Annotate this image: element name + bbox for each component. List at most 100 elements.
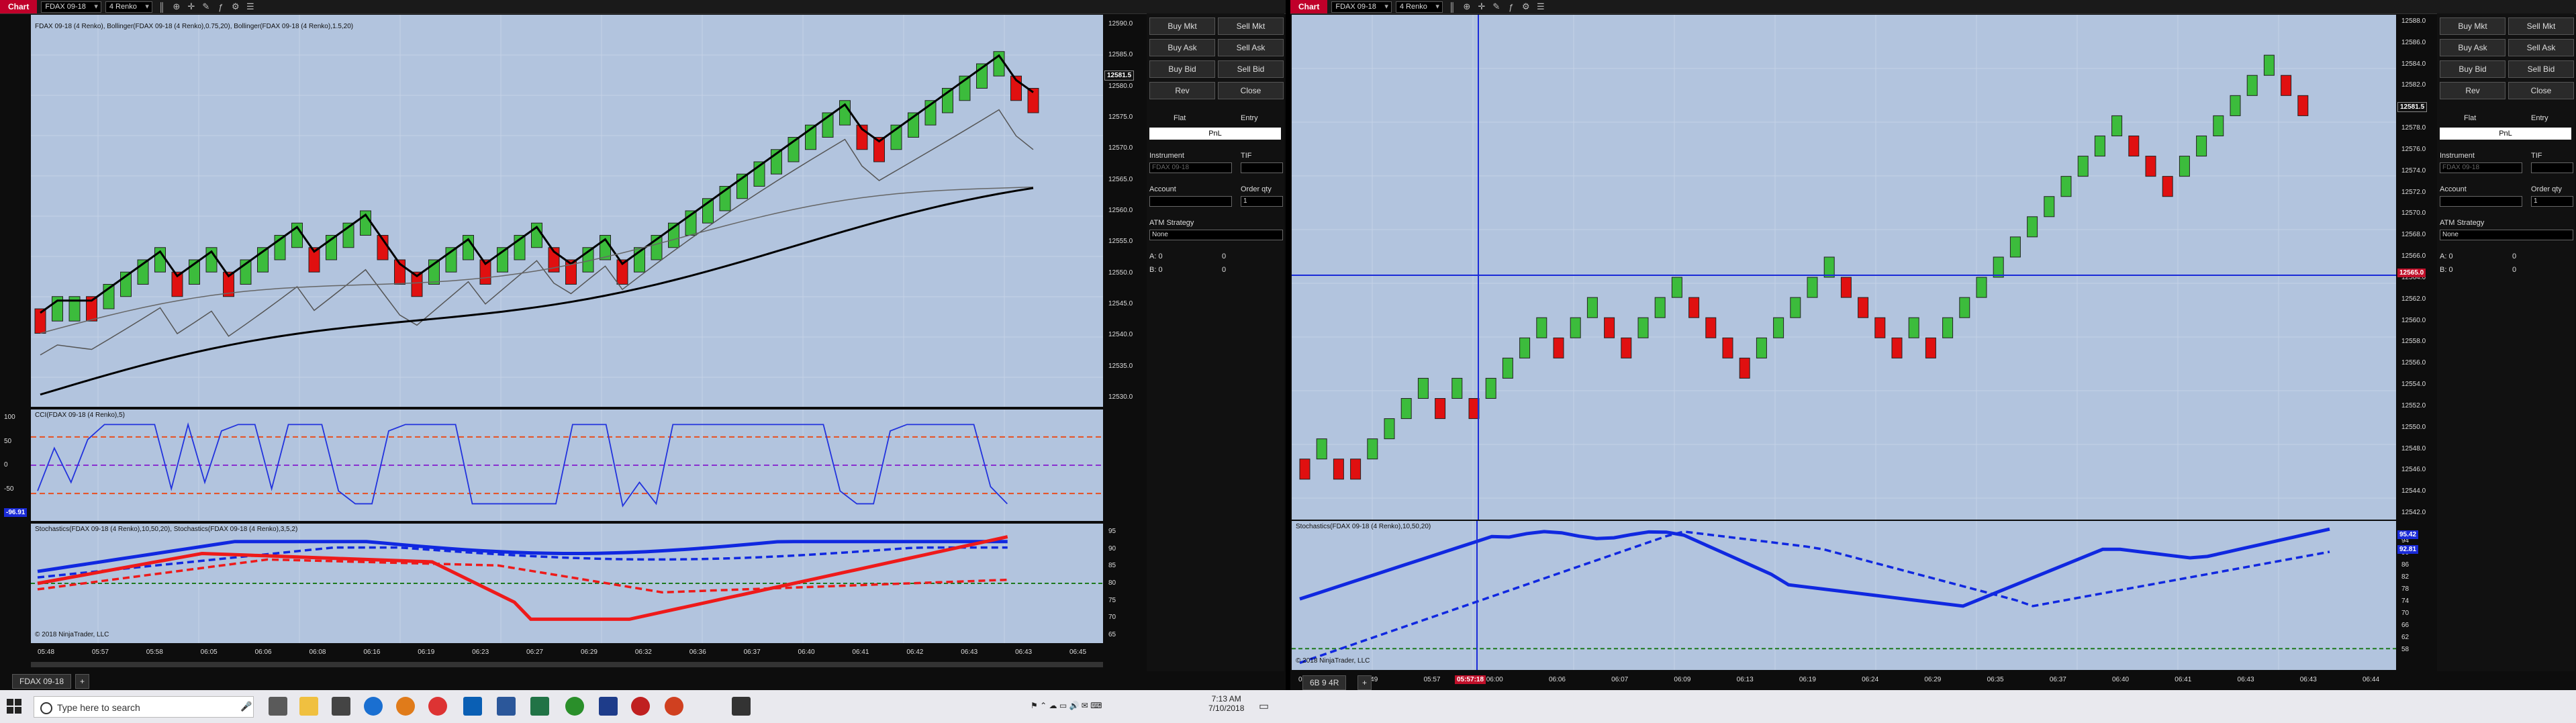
time-tick-label: 05:57: [91, 648, 109, 656]
taskbar-clock[interactable]: 7:13 AM 7/10/2018: [1208, 694, 1244, 713]
rev-button[interactable]: Rev: [2440, 82, 2506, 99]
up-brick: [2094, 135, 2105, 157]
time-tick-label: 06:13: [1736, 676, 1754, 683]
stochastics-chart-right: [1292, 521, 2396, 670]
ie-icon[interactable]: [396, 697, 415, 716]
explorer-icon[interactable]: [299, 697, 318, 716]
recorder-icon[interactable]: [631, 697, 650, 716]
instrument-selector-right[interactable]: FDAX 09-18: [1331, 1, 1392, 13]
order-qty-input[interactable]: 1: [1241, 196, 1283, 207]
draw-icon[interactable]: ✎: [201, 1, 211, 12]
notifications-icon[interactable]: ▭: [1259, 700, 1269, 713]
up-brick: [2246, 75, 2258, 96]
instrument-field[interactable]: FDAX 09-18: [2440, 162, 2522, 173]
instrument-selector[interactable]: FDAX 09-18: [41, 1, 101, 13]
add-tab-button-right[interactable]: +: [1357, 675, 1372, 690]
draw-icon[interactable]: ✎: [1491, 1, 1502, 12]
up-brick: [1823, 256, 1835, 278]
down-brick: [2281, 75, 2292, 96]
strategy-icon[interactable]: ⚙: [1521, 1, 1531, 12]
buy-bid-button[interactable]: Buy Bid: [2440, 60, 2506, 78]
strategy-icon[interactable]: ⚙: [230, 1, 241, 12]
price-tick-label: 12560.0: [1108, 207, 1133, 214]
indicator-icon[interactable]: ƒ: [216, 2, 226, 12]
buy-ask-button[interactable]: Buy Ask: [1149, 39, 1215, 56]
time-tick-label: 06:00: [1486, 676, 1503, 683]
atm-strategy-select[interactable]: None: [2440, 230, 2573, 240]
sell-bid-button[interactable]: Sell Bid: [2508, 60, 2574, 78]
camtasia-icon[interactable]: [565, 697, 584, 716]
zoom-icon[interactable]: ⊕: [1462, 1, 1472, 12]
buy-bid-button[interactable]: Buy Bid: [1149, 60, 1215, 78]
instrument-field[interactable]: FDAX 09-18: [1149, 162, 1232, 173]
app-icon[interactable]: [599, 697, 618, 716]
entry-label: Entry: [2531, 114, 2548, 122]
properties-icon[interactable]: ☰: [245, 1, 256, 12]
rev-button[interactable]: Rev: [1149, 82, 1215, 99]
buy-mkt-button[interactable]: Buy Mkt: [2440, 17, 2506, 35]
tab-fdax[interactable]: FDAX 09-18: [12, 674, 72, 689]
right-price-axis[interactable]: 12588.012586.012584.012582.012580.012578…: [2397, 15, 2435, 520]
right-price-panel[interactable]: [1292, 15, 2396, 520]
buy-ask-button[interactable]: Buy Ask: [2440, 39, 2506, 56]
account-select[interactable]: [2440, 196, 2522, 207]
sell-ask-button[interactable]: Sell Ask: [2508, 39, 2574, 56]
sell-bid-button[interactable]: Sell Bid: [1218, 60, 1284, 78]
left-tab-bar: FDAX 09-18 +: [0, 671, 1286, 689]
stoch-tick-label: 95: [1108, 528, 1116, 535]
app2-icon[interactable]: [665, 697, 683, 716]
time-tick-label: 06:37: [743, 648, 761, 656]
excel-icon[interactable]: [530, 697, 549, 716]
tif-select[interactable]: [1241, 162, 1283, 173]
crosshair-icon[interactable]: ✛: [186, 1, 197, 12]
price-tick-label: 12546.0: [2401, 466, 2426, 474]
left-price-panel[interactable]: FDAX 09-18 (4 Renko), Bollinger(FDAX 09-…: [31, 15, 1103, 407]
close-button[interactable]: Close: [2508, 82, 2574, 99]
right-stoch-panel[interactable]: Stochastics(FDAX 09-18 (4 Renko),10,50,2…: [1292, 521, 2396, 670]
stoch-value-tag-2: 92.81: [2397, 545, 2419, 554]
windows-start-icon[interactable]: [7, 699, 21, 714]
up-brick: [2230, 95, 2241, 116]
bar-type-selector-right[interactable]: 4 Renko: [1395, 1, 1443, 13]
edge-icon[interactable]: [364, 697, 383, 716]
outlook-icon[interactable]: [463, 697, 482, 716]
sell-mkt-button[interactable]: Sell Mkt: [1218, 17, 1284, 35]
word-icon[interactable]: [497, 697, 516, 716]
microphone-icon[interactable]: 🎤: [240, 701, 252, 712]
add-tab-button[interactable]: +: [75, 674, 90, 689]
down-brick: [1840, 277, 1852, 298]
atm-strategy-select[interactable]: None: [1149, 230, 1283, 240]
close-button[interactable]: Close: [1218, 82, 1284, 99]
chrome-icon[interactable]: [428, 697, 447, 716]
left-stoch-panel[interactable]: Stochastics(FDAX 09-18 (4 Renko),10,50,2…: [31, 524, 1103, 643]
bar-type-selector[interactable]: 4 Renko: [105, 1, 152, 13]
left-cci-panel[interactable]: CCI(FDAX 09-18 (4 Renko),5): [31, 409, 1103, 521]
time-tick-label: 06:40: [798, 648, 815, 656]
properties-icon[interactable]: ☰: [1535, 1, 1546, 12]
price-tick-label: 12544.0: [2401, 487, 2426, 495]
down-brick: [1858, 297, 1869, 318]
chart-menu-label-right[interactable]: Chart: [1290, 0, 1328, 13]
tray-icons[interactable]: ⚑ ⌃ ☁ ▭ 🔊 ✉ ⌨: [1031, 701, 1102, 710]
left-order-panel: Buy Mkt Sell Mkt Buy Ask Sell Ask Buy Bid Sel…: [1147, 13, 1284, 671]
task-view-icon[interactable]: [269, 697, 287, 716]
tif-select[interactable]: [2531, 162, 2573, 173]
crosshair-icon[interactable]: ✛: [1476, 1, 1487, 12]
account-select[interactable]: [1149, 196, 1232, 207]
entry-label: Entry: [1241, 114, 1258, 122]
tab-6b[interactable]: 6B 9 4R: [1302, 675, 1347, 690]
order-qty-input[interactable]: 1: [2531, 196, 2573, 207]
left-horizontal-scrollbar[interactable]: [31, 662, 1103, 667]
sell-mkt-button[interactable]: Sell Mkt: [2508, 17, 2574, 35]
buy-mkt-button[interactable]: Buy Mkt: [1149, 17, 1215, 35]
bars-icon[interactable]: ║: [1447, 2, 1458, 12]
chart-menu-label[interactable]: Chart: [0, 0, 38, 13]
sell-ask-button[interactable]: Sell Ask: [1218, 39, 1284, 56]
bars-icon[interactable]: ║: [156, 2, 167, 12]
ninjatrader-icon[interactable]: [732, 697, 751, 716]
taskbar-search-input[interactable]: Type here to search: [34, 696, 254, 718]
indicator-icon[interactable]: ƒ: [1506, 2, 1517, 12]
zoom-icon[interactable]: ⊕: [171, 1, 182, 12]
store-icon[interactable]: [332, 697, 350, 716]
left-time-axis[interactable]: 05:48 05:57 05:58 06:05 06:06 06:08 06:16 06:19…: [31, 646, 1103, 659]
